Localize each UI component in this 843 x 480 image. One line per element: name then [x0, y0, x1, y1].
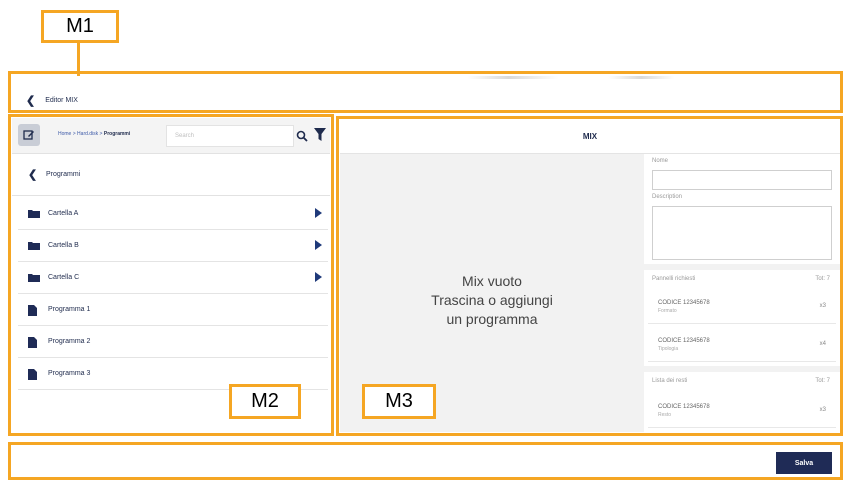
file-icon: [28, 369, 37, 380]
arrow-right-icon[interactable]: [315, 240, 322, 250]
folder-name: Cartella B: [48, 242, 79, 249]
description-label: Description: [652, 194, 683, 200]
save-button[interactable]: Salva: [776, 452, 832, 474]
search-placeholder: Search: [175, 133, 195, 139]
breadcrumb-current: Programmi: [103, 131, 131, 137]
annotation-label-m2: M2: [229, 384, 301, 419]
programmi-back-label: Programmi: [46, 171, 81, 178]
chevron-left-icon: ❮: [26, 95, 36, 107]
remnants-title: Lista dei resti: [652, 378, 688, 384]
program-name: Programma 3: [48, 370, 91, 377]
empty-mix-line: Trascina o aggiungi: [431, 292, 553, 308]
required-panel-card[interactable]: CODICE 12345678 Tipologia x4: [648, 328, 836, 362]
edit-icon: [23, 130, 34, 140]
mix-details-form: Nome Description Pannelli richiesti Tot:…: [644, 154, 840, 432]
annotation-label-m1: M1: [41, 10, 119, 43]
search-input[interactable]: Search: [166, 125, 294, 147]
list-item-folder[interactable]: Cartella C: [18, 262, 328, 294]
description-field[interactable]: [652, 206, 832, 260]
breadcrumb: Home > Hard.disk > Programmi: [58, 131, 130, 137]
edit-button[interactable]: [18, 124, 40, 146]
programmi-back-button[interactable]: ❮ Programmi: [12, 154, 330, 196]
folder-icon: [28, 274, 40, 282]
panel-subtitle: Formato: [658, 308, 677, 314]
breadcrumb-home[interactable]: Home: [58, 131, 71, 137]
remnant-subtitle: Resto: [658, 412, 672, 418]
name-field[interactable]: [652, 170, 832, 190]
list-item-folder[interactable]: Cartella A: [18, 198, 328, 230]
footer-bar: Salva: [12, 446, 840, 480]
required-panels-total: Tot: 7: [815, 276, 830, 282]
empty-mix-line: un programma: [446, 311, 538, 327]
folder-icon: [28, 242, 40, 250]
remnants-header: Lista dei resti Tot: 7: [644, 372, 840, 392]
annotation-connector-m1: [77, 43, 80, 76]
program-list: Cartella A Cartella B Cartella C Program…: [18, 198, 328, 390]
filter-button[interactable]: [314, 128, 326, 142]
editor-back-label: Editor MIX: [45, 97, 78, 104]
arrow-right-icon[interactable]: [315, 208, 322, 218]
empty-mix-message: Mix vuoto Trascina o aggiungi un program…: [340, 272, 644, 329]
remnant-card[interactable]: CODICE 12345678 Resto x3: [648, 394, 836, 428]
editor-back-button[interactable]: ❮ Editor MIX: [26, 94, 78, 107]
folder-name: Cartella C: [48, 274, 80, 281]
browser-toolbar: Home > Hard.disk > Programmi Search: [12, 118, 330, 154]
panel-code: CODICE 12345678: [658, 300, 710, 306]
search-button[interactable]: [295, 125, 309, 147]
panel-subtitle: Tipologia: [658, 346, 679, 352]
panel-quantity: x4: [819, 341, 826, 347]
remnant-code: CODICE 12345678: [658, 404, 710, 410]
empty-mix-line: Mix vuoto: [462, 273, 522, 289]
list-item-program[interactable]: Programma 2: [18, 326, 328, 358]
filter-icon: [314, 128, 326, 141]
mix-title: MIX: [340, 120, 840, 154]
breadcrumb-hard-disk[interactable]: Hard.disk: [77, 131, 98, 137]
file-icon: [28, 305, 37, 316]
header-shadow: [12, 76, 840, 79]
list-item-folder[interactable]: Cartella B: [18, 230, 328, 262]
panel-quantity: x3: [819, 303, 826, 309]
required-panels-header: Pannelli richiesti Tot: 7: [644, 270, 840, 290]
remnant-quantity: x3: [819, 407, 826, 413]
required-panels-title: Pannelli richiesti: [652, 276, 696, 282]
list-item-program[interactable]: Programma 1: [18, 294, 328, 326]
search-icon: [296, 130, 308, 142]
panel-code: CODICE 12345678: [658, 338, 710, 344]
annotation-label-m3: M3: [362, 384, 436, 419]
file-icon: [28, 337, 37, 348]
chevron-left-icon: ❮: [28, 169, 38, 181]
header-bar: ❮ Editor MIX: [12, 76, 840, 108]
program-name: Programma 1: [48, 306, 91, 313]
folder-icon: [28, 210, 40, 218]
arrow-right-icon[interactable]: [315, 272, 322, 282]
required-panel-card[interactable]: CODICE 12345678 Formato x3: [648, 290, 836, 324]
program-name: Programma 2: [48, 338, 91, 345]
name-label: Nome: [652, 158, 669, 164]
folder-name: Cartella A: [48, 210, 79, 217]
remnants-total: Tot: 7: [815, 378, 830, 384]
